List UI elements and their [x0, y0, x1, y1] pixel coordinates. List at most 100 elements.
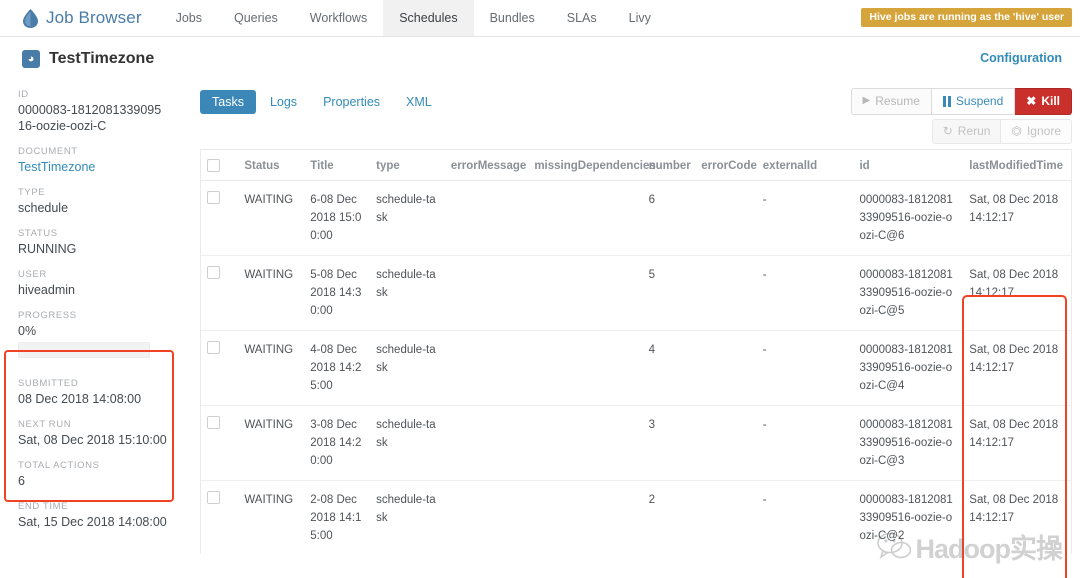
refresh-icon: ↻ — [942, 124, 953, 138]
row-checkbox[interactable] — [207, 341, 220, 354]
header-missing-dependencies[interactable]: missingDependencies — [528, 150, 656, 181]
meta-id-value: 0000083-181208133909516-oozie-oozi-C — [18, 103, 162, 133]
cell-id: 0000083-181208133909516-oozie-oozi-C@5 — [853, 255, 964, 331]
row-select-cell — [201, 180, 239, 256]
meta-progress-label: PROGRESS — [18, 310, 77, 321]
header-number[interactable]: number — [642, 150, 696, 181]
cell-type: schedule-task — [370, 480, 445, 554]
row-checkbox[interactable] — [207, 416, 220, 429]
meta-submitted: SUBMITTED 08 Dec 2018 14:08:00 — [18, 378, 190, 407]
suspend-label: Suspend — [955, 94, 1004, 108]
cell-id: 0000083-181208133909516-oozie-oozi-C@3 — [853, 405, 964, 481]
configuration-link[interactable]: Configuration — [980, 51, 1062, 65]
table-row[interactable]: WAITING 2-08 Dec 2018 14:15:00 schedule-… — [201, 480, 1071, 554]
nav-item-workflows[interactable]: Workflows — [294, 0, 383, 36]
tasks-table: Status Title type errorMessage missingDe… — [201, 150, 1071, 554]
suspend-button[interactable]: Suspend — [931, 88, 1016, 115]
cell-error-message — [444, 480, 529, 554]
select-all-checkbox[interactable] — [207, 159, 220, 172]
tab-logs[interactable]: Logs — [258, 90, 309, 114]
meta-user: USER hiveadmin — [18, 269, 190, 298]
tasks-table-container: Status Title type errorMessage missingDe… — [200, 149, 1072, 554]
cell-type: schedule-task — [370, 405, 445, 481]
cell-number: 5 — [642, 255, 696, 331]
tab-tasks[interactable]: Tasks — [200, 90, 256, 114]
rerun-button[interactable]: ↻ Rerun — [931, 119, 1002, 144]
header-error-code[interactable]: errorCode — [695, 150, 757, 181]
meta-status-label: STATUS — [18, 228, 58, 239]
meta-document-link[interactable]: TestTimezone — [18, 159, 168, 175]
ignore-button[interactable]: ⏣ Ignore — [1001, 119, 1072, 144]
meta-end-time-label: END TIME — [18, 501, 69, 512]
meta-user-label: USER — [18, 269, 47, 280]
cell-error-code — [695, 405, 757, 481]
meta-next-run-value: Sat, 08 Dec 2018 15:10:00 — [18, 433, 167, 447]
header-error-message[interactable]: errorMessage — [444, 150, 529, 181]
cell-number: 4 — [642, 330, 696, 406]
cell-missing-dependencies — [528, 330, 643, 406]
ignore-label: Ignore — [1026, 124, 1061, 138]
tab-properties[interactable]: Properties — [311, 90, 392, 114]
cell-id: 0000083-181208133909516-oozie-oozi-C@6 — [853, 180, 964, 256]
cell-error-code — [695, 180, 757, 256]
job-action-buttons: ▶ Resume Suspend ✖ Kill — [850, 88, 1072, 115]
hive-user-banner: Hive jobs are running as the 'hive' user — [861, 8, 1072, 27]
resume-button[interactable]: ▶ Resume — [850, 88, 932, 115]
table-toolbar: ↻ Rerun ⏣ Ignore — [200, 119, 1072, 149]
table-row[interactable]: WAITING 4-08 Dec 2018 14:25:00 schedule-… — [201, 330, 1071, 406]
meta-total-actions-label: TOTAL ACTIONS — [18, 460, 100, 471]
header-type[interactable]: type — [370, 150, 445, 181]
tab-xml[interactable]: XML — [394, 90, 444, 114]
droplet-icon — [22, 8, 39, 28]
meta-next-run: NEXT RUN Sat, 08 Dec 2018 15:10:00 — [18, 419, 190, 448]
cross-icon: ✖ — [1026, 94, 1037, 108]
brand[interactable]: Job Browser — [22, 0, 160, 36]
cell-error-code — [695, 480, 757, 554]
cell-external-id: - — [756, 255, 854, 331]
cell-error-message — [444, 255, 529, 331]
job-detail-sidebar: ID 0000083-181208133909516-oozie-oozi-C … — [0, 81, 190, 578]
nav-item-bundles[interactable]: Bundles — [474, 0, 551, 36]
page-title: TestTimezone — [49, 50, 155, 67]
cell-external-id: - — [756, 180, 854, 256]
row-checkbox[interactable] — [207, 191, 220, 204]
cell-status: WAITING — [238, 180, 305, 256]
header-id[interactable]: id — [853, 150, 964, 181]
nav-item-schedules[interactable]: Schedules — [383, 0, 474, 36]
cell-error-message — [444, 405, 529, 481]
cell-last-modified-time: Sat, 08 Dec 2018 14:12:17 — [963, 255, 1071, 331]
header-external-id[interactable]: externalId — [756, 150, 854, 181]
tasks-table-head: Status Title type errorMessage missingDe… — [201, 150, 1071, 181]
row-select-cell — [201, 480, 239, 554]
nav-item-jobs[interactable]: Jobs — [160, 0, 218, 36]
cell-type: schedule-task — [370, 180, 445, 256]
nav-item-slas[interactable]: SLAs — [551, 0, 613, 36]
table-row[interactable]: WAITING 6-08 Dec 2018 15:00:00 schedule-… — [201, 180, 1071, 256]
progress-bar — [18, 342, 150, 358]
cell-id: 0000083-181208133909516-oozie-oozi-C@2 — [853, 480, 964, 554]
cell-status: WAITING — [238, 255, 305, 331]
meta-id-label: ID — [18, 89, 29, 100]
cell-external-id: - — [756, 480, 854, 554]
meta-type-value: schedule — [18, 201, 69, 215]
header-last-modified-time[interactable]: lastModifiedTime — [963, 150, 1071, 181]
header-title[interactable]: Title — [304, 150, 371, 181]
tasks-table-body: WAITING 6-08 Dec 2018 15:00:00 schedule-… — [201, 180, 1071, 554]
nav-item-livy[interactable]: Livy — [613, 0, 667, 36]
table-row[interactable]: WAITING 5-08 Dec 2018 14:30:00 schedule-… — [201, 255, 1071, 331]
kill-button[interactable]: ✖ Kill — [1015, 88, 1072, 115]
cell-title: 5-08 Dec 2018 14:30:00 — [304, 255, 371, 331]
cell-error-message — [444, 330, 529, 406]
cell-missing-dependencies — [528, 480, 643, 554]
tabs-row: Tasks Logs Properties XML ▶ Resume Suspe… — [200, 85, 1072, 119]
cell-external-id: - — [756, 330, 854, 406]
row-checkbox[interactable] — [207, 266, 220, 279]
table-row[interactable]: WAITING 3-08 Dec 2018 14:20:00 schedule-… — [201, 405, 1071, 481]
cell-last-modified-time: Sat, 08 Dec 2018 14:12:17 — [963, 480, 1071, 554]
title-row: ◕ TestTimezone Configuration — [0, 37, 1080, 81]
nav-item-queries[interactable]: Queries — [218, 0, 294, 36]
row-select-cell — [201, 255, 239, 331]
meta-status: STATUS RUNNING — [18, 228, 190, 257]
header-status[interactable]: Status — [238, 150, 305, 181]
row-checkbox[interactable] — [207, 491, 220, 504]
